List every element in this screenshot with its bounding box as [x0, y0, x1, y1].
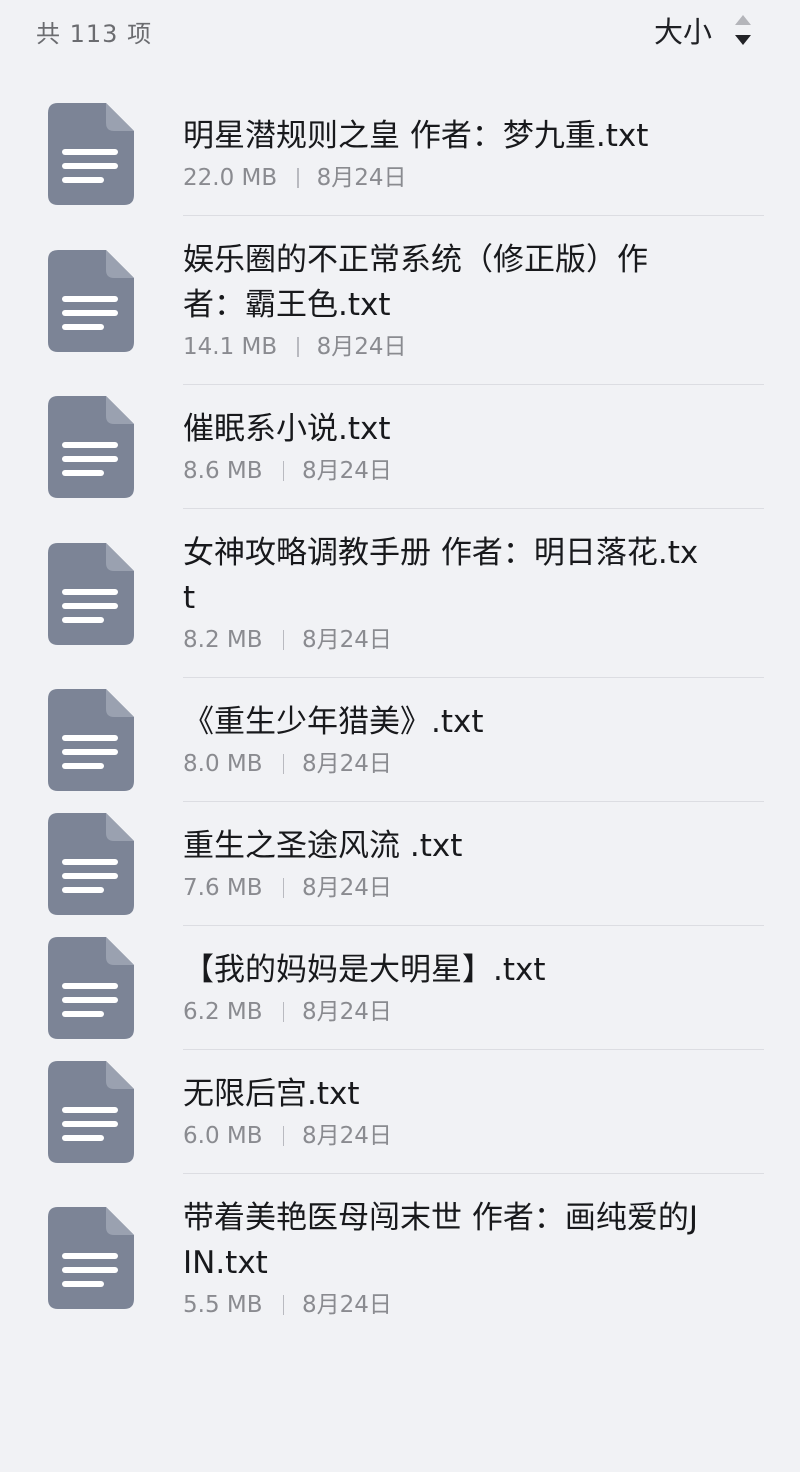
file-name: 催眠系小说.txt — [183, 411, 391, 447]
sort-label: 大小 — [653, 15, 712, 49]
file-meta: 8.6 MB 8月24日 — [183, 456, 764, 486]
document-icon — [48, 249, 134, 352]
document-icon — [48, 103, 134, 205]
file-size: 6.0 MB — [183, 1123, 263, 1149]
list-header: 共 113 项 大小 — [0, 0, 800, 62]
sort-button[interactable]: 大小 — [654, 10, 754, 50]
document-icon — [48, 396, 134, 498]
file-size: 7.6 MB — [183, 875, 263, 901]
file-list: 明星潜规则之皇 作者：梦九重.txt 22.0 MB 8月24日 娱乐圈的不正常… — [0, 92, 800, 1342]
document-icon — [48, 542, 134, 645]
file-size: 6.2 MB — [183, 999, 263, 1025]
file-meta: 7.6 MB 8月24日 — [183, 873, 764, 903]
meta-divider — [282, 1126, 285, 1146]
file-name: 明星潜规则之皇 作者：梦九重.txt — [183, 118, 649, 154]
file-meta: 22.0 MB 8月24日 — [183, 163, 764, 193]
file-name: 【我的妈妈是大明星】.txt — [183, 952, 546, 988]
file-meta: 8.2 MB 8月24日 — [183, 625, 764, 655]
document-icon — [48, 1207, 134, 1309]
file-list-item[interactable]: 【我的妈妈是大明星】.txt 6.2 MB 8月24日 — [0, 926, 800, 1050]
sort-descending-icon — [732, 13, 754, 47]
file-name: 娱乐圈的不正常系统（修正版）作者：霸王色.txt — [183, 242, 648, 323]
file-date: 8月24日 — [302, 751, 392, 777]
meta-divider — [282, 1002, 285, 1022]
meta-divider — [282, 461, 285, 481]
meta-divider — [297, 337, 299, 357]
file-list-item[interactable]: 明星潜规则之皇 作者：梦九重.txt 22.0 MB 8月24日 — [0, 92, 800, 216]
file-size: 22.0 MB — [183, 165, 278, 191]
file-list-item[interactable]: 《重生少年猎美》.txt 8.0 MB 8月24日 — [0, 678, 800, 802]
file-name: 重生之圣途风流 .txt — [183, 828, 463, 864]
file-meta: 14.1 MB 8月24日 — [183, 332, 764, 362]
document-icon — [48, 689, 134, 791]
file-size: 8.6 MB — [183, 458, 263, 484]
file-size: 14.1 MB — [183, 334, 278, 360]
document-icon — [48, 813, 134, 915]
item-count: 共 113 项 — [36, 20, 153, 48]
file-list-item[interactable]: 重生之圣途风流 .txt 7.6 MB 8月24日 — [0, 802, 800, 926]
file-date: 8月24日 — [316, 165, 407, 191]
meta-divider — [282, 878, 285, 898]
file-name: 《重生少年猎美》.txt — [183, 704, 484, 740]
file-meta: 5.5 MB 8月24日 — [183, 1290, 764, 1320]
file-size: 8.2 MB — [183, 627, 263, 653]
document-icon — [48, 1061, 134, 1163]
file-meta: 6.0 MB 8月24日 — [183, 1121, 764, 1151]
file-date: 8月24日 — [302, 999, 392, 1025]
file-meta: 8.0 MB 8月24日 — [183, 749, 764, 779]
meta-divider — [282, 754, 285, 774]
file-list-item[interactable]: 娱乐圈的不正常系统（修正版）作者：霸王色.txt 14.1 MB 8月24日 — [0, 216, 800, 385]
file-list-item[interactable]: 催眠系小说.txt 8.6 MB 8月24日 — [0, 385, 800, 509]
document-icon — [48, 937, 134, 1039]
file-date: 8月24日 — [302, 458, 392, 484]
meta-divider — [282, 1295, 285, 1315]
meta-divider — [282, 630, 285, 650]
file-list-item[interactable]: 女神攻略调教手册 作者：明日落花.txt 8.2 MB 8月24日 — [0, 509, 800, 678]
file-date: 8月24日 — [302, 875, 392, 901]
file-date: 8月24日 — [302, 1292, 392, 1318]
file-date: 8月24日 — [316, 334, 407, 360]
file-meta: 6.2 MB 8月24日 — [183, 997, 764, 1027]
file-date: 8月24日 — [302, 627, 392, 653]
file-name: 女神攻略调教手册 作者：明日落花.txt — [183, 535, 699, 616]
file-name: 无限后宫.txt — [183, 1076, 360, 1112]
file-list-item[interactable]: 带着美艳医母闯末世 作者：画纯爱的JIN.txt 5.5 MB 8月24日 — [0, 1174, 800, 1342]
file-name: 带着美艳医母闯末世 作者：画纯爱的JIN.txt — [183, 1200, 698, 1281]
meta-divider — [297, 168, 299, 188]
file-size: 5.5 MB — [183, 1292, 263, 1318]
file-size: 8.0 MB — [183, 751, 263, 777]
file-list-item[interactable]: 无限后宫.txt 6.0 MB 8月24日 — [0, 1050, 800, 1174]
file-list-screen: 共 113 项 大小 明星潜规则之皇 作者：梦九重.txt 22.0 MB 8月… — [0, 0, 800, 1472]
file-date: 8月24日 — [302, 1123, 392, 1149]
